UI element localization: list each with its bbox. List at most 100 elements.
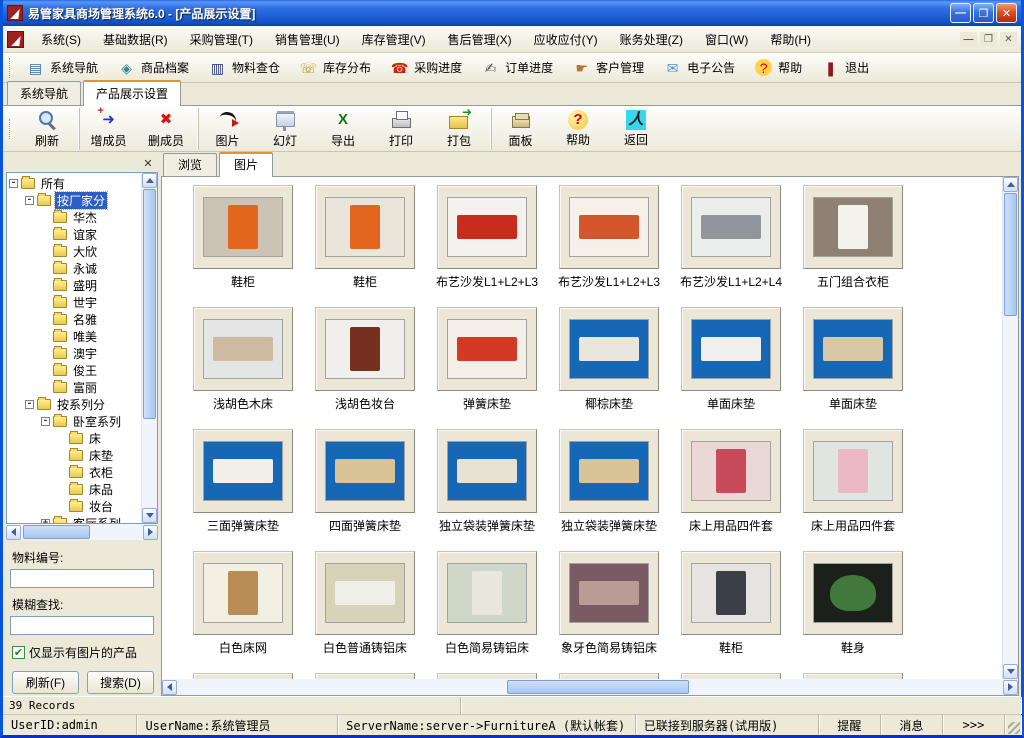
page-toolbar-button-print[interactable]: 打印 <box>372 108 430 150</box>
product-card[interactable]: 鞋柜 <box>670 551 792 673</box>
product-card[interactable]: 白色简易铸铝床 <box>426 551 548 673</box>
toolbar-button-system-nav[interactable]: ▤ 系统导航 <box>18 57 109 78</box>
material-code-input[interactable] <box>10 569 154 588</box>
toolbar-button-exit[interactable]: ❚ 退出 <box>813 57 880 78</box>
menu-item[interactable]: 基础数据(R) <box>92 28 179 51</box>
product-card[interactable]: 象牙色简易铸铝床 <box>548 551 670 673</box>
scroll-up-button[interactable] <box>142 173 157 188</box>
fuzzy-search-input[interactable] <box>10 616 154 635</box>
tree-toggle-icon[interactable]: - <box>25 400 34 409</box>
menu-item[interactable]: 库存管理(V) <box>351 28 437 51</box>
tree-item[interactable]: - 按厂家分 <box>7 192 141 209</box>
product-card[interactable]: 白色床网 <box>182 551 304 673</box>
tree-item[interactable]: 床品 <box>7 481 141 498</box>
tree-item[interactable]: 床垫 <box>7 447 141 464</box>
product-thumbnail[interactable] <box>803 551 903 635</box>
tree-item[interactable]: 华杰 <box>7 209 141 226</box>
tree-item[interactable]: 永诚 <box>7 260 141 277</box>
status-remind-button[interactable]: 提醒 <box>819 715 881 735</box>
product-thumbnail[interactable] <box>559 307 659 391</box>
product-card[interactable]: 床上用品四件套 <box>670 429 792 551</box>
tree-item[interactable]: 衣柜 <box>7 464 141 481</box>
minimize-button[interactable]: — <box>950 3 971 23</box>
product-thumbnail[interactable] <box>559 429 659 513</box>
scroll-left-button[interactable] <box>6 525 21 540</box>
window-tab-product-display-setup[interactable]: 产品展示设置 <box>83 80 181 106</box>
product-thumbnail[interactable] <box>193 551 293 635</box>
product-card[interactable]: 鞋柜 <box>304 185 426 307</box>
product-card[interactable]: 单面床垫 <box>670 307 792 429</box>
product-card[interactable]: 椰棕床垫 <box>548 307 670 429</box>
toolbar-button-e-bulletin[interactable]: ✉ 电子公告 <box>655 57 746 78</box>
tree-item[interactable]: - 卧室系列 <box>7 413 141 430</box>
product-card[interactable]: 浅胡色木床 <box>182 307 304 429</box>
tree-item[interactable]: 谊家 <box>7 226 141 243</box>
maximize-button[interactable]: ❐ <box>973 3 994 23</box>
only-with-picture-checkbox[interactable]: ✔ <box>12 646 25 659</box>
product-thumbnail[interactable] <box>315 551 415 635</box>
product-card[interactable]: 四面弹簧床垫 <box>304 429 426 551</box>
scroll-down-button[interactable] <box>1003 664 1018 679</box>
product-thumbnail[interactable] <box>193 185 293 269</box>
tree-horizontal-scrollbar[interactable] <box>6 524 158 540</box>
product-card[interactable]: 三面弹簧床垫 <box>182 429 304 551</box>
view-tab-browse[interactable]: 浏览 <box>163 153 217 176</box>
product-thumbnail[interactable] <box>315 307 415 391</box>
product-thumbnail[interactable] <box>681 429 781 513</box>
product-thumbnail[interactable] <box>559 551 659 635</box>
product-thumbnail[interactable] <box>681 307 781 391</box>
tree-item[interactable]: 大欣 <box>7 243 141 260</box>
tree-item[interactable]: 盛明 <box>7 277 141 294</box>
page-toolbar-button-help[interactable]: ? 帮助 <box>549 108 607 150</box>
product-card[interactable]: 布艺沙发L1+L2+L3 <box>426 185 548 307</box>
mdi-restore-button[interactable]: ❐ <box>980 32 997 47</box>
tree-item[interactable]: 俊王 <box>7 362 141 379</box>
product-thumbnail[interactable] <box>437 307 537 391</box>
menu-item[interactable]: 售后管理(X) <box>437 28 523 51</box>
tree-item[interactable]: 名雅 <box>7 311 141 328</box>
product-thumbnail[interactable] <box>803 185 903 269</box>
product-thumbnail[interactable] <box>193 429 293 513</box>
product-card[interactable]: 浅胡色妆台 <box>304 307 426 429</box>
scroll-up-button[interactable] <box>1003 177 1018 192</box>
tree-toggle-icon[interactable]: - <box>41 417 50 426</box>
tree-toggle-icon[interactable]: - <box>25 196 34 205</box>
window-tab-system-nav[interactable]: 系统导航 <box>7 81 81 105</box>
product-thumbnail[interactable] <box>315 185 415 269</box>
page-toolbar-button-back[interactable]: 人 返回 <box>607 108 665 150</box>
tree-item[interactable]: - 所有 <box>7 175 141 192</box>
product-thumbnail[interactable] <box>193 307 293 391</box>
status-more-button[interactable]: >>> <box>943 715 1005 735</box>
menu-item[interactable]: 销售管理(U) <box>264 28 351 51</box>
tree-item[interactable]: 妆台 <box>7 498 141 515</box>
close-button[interactable]: ✕ <box>996 3 1017 23</box>
refresh-button[interactable]: 刷新(F) <box>12 671 79 694</box>
product-thumbnail[interactable] <box>437 185 537 269</box>
view-tab-picture[interactable]: 图片 <box>219 152 273 177</box>
product-thumbnail[interactable] <box>681 551 781 635</box>
toolbar-button-help[interactable]: ? 帮助 <box>746 57 813 78</box>
product-card[interactable]: 鞋身 <box>792 551 914 673</box>
product-thumbnail[interactable] <box>803 307 903 391</box>
product-card[interactable]: 布艺沙发L1+L2+L4 <box>670 185 792 307</box>
tree-item[interactable]: 世宇 <box>7 294 141 311</box>
resize-grip[interactable] <box>1008 722 1020 734</box>
scroll-right-button[interactable] <box>143 525 158 540</box>
toolbar-button-purchase-progress[interactable]: ☎ 采购进度 <box>382 57 473 78</box>
toolbar-button-order-progress[interactable]: ✍ 订单进度 <box>473 57 564 78</box>
page-toolbar-button-refresh[interactable]: 刷新 <box>18 108 76 150</box>
product-thumbnail[interactable] <box>437 429 537 513</box>
menu-item[interactable]: 应收应付(Y) <box>523 28 609 51</box>
tree-item[interactable]: 澳宇 <box>7 345 141 362</box>
product-thumbnail[interactable] <box>681 185 781 269</box>
product-card[interactable]: 单面床垫 <box>792 307 914 429</box>
menu-item[interactable]: 账务处理(Z) <box>609 28 694 51</box>
product-thumbnail[interactable] <box>559 185 659 269</box>
scroll-left-button[interactable] <box>162 680 177 695</box>
page-toolbar-button-pack[interactable]: 打包 <box>430 108 488 150</box>
menu-item[interactable]: 帮助(H) <box>759 28 822 51</box>
mdi-close-button[interactable]: ✕ <box>1000 32 1017 47</box>
toolbar-button-goods-archive[interactable]: ◈ 商品档案 <box>109 57 200 78</box>
tree-vertical-scrollbar[interactable] <box>141 173 157 523</box>
menu-item[interactable]: 窗口(W) <box>694 28 759 51</box>
